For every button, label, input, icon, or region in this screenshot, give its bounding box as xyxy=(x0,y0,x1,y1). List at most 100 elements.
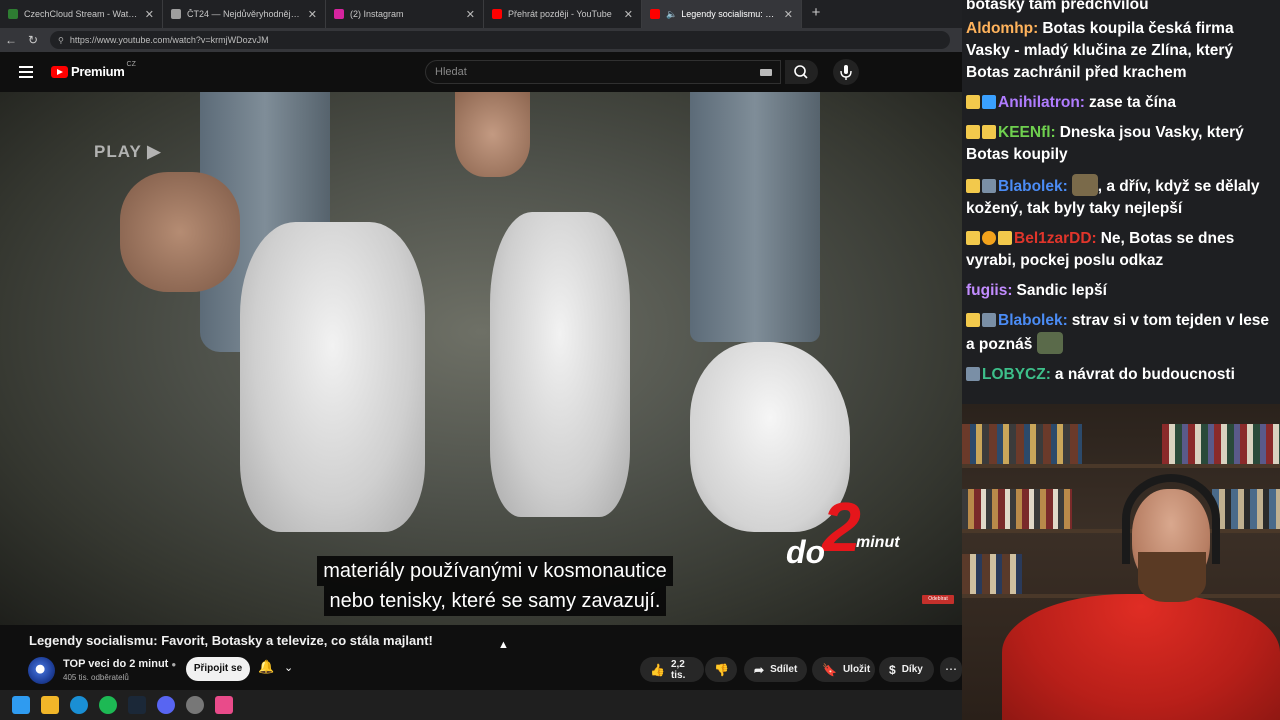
youtube-icon xyxy=(492,9,502,19)
app-icon[interactable] xyxy=(186,696,204,714)
chat-message: Anihilatron: zase ta čína xyxy=(966,92,1272,114)
chat-message: LOBYCZ: a návrat do budoucnosti xyxy=(966,364,1272,386)
logo-minut: minut xyxy=(856,534,900,551)
search-placeholder: Hledat xyxy=(435,66,467,78)
channel-name-link[interactable]: TOP veci do 2 minut ● xyxy=(63,658,176,670)
badge-icon xyxy=(982,231,996,245)
channel-avatar[interactable] xyxy=(28,657,55,684)
like-button[interactable]: 👍 2,2 tis. xyxy=(640,657,704,682)
tab-instagram[interactable]: (2) Instagram ✕ xyxy=(326,0,484,28)
subscriber-count: 405 tis. odběratelů xyxy=(63,673,129,682)
chat-message: Blabolek: strav si v tom tejden v lese a … xyxy=(966,310,1272,356)
mouse-cursor-icon: ▲ xyxy=(498,639,509,651)
share-icon: ➦ xyxy=(754,662,765,677)
steam-icon[interactable] xyxy=(128,696,146,714)
chat-username[interactable]: Anihilatron: xyxy=(998,94,1085,111)
chat-username[interactable]: fugiis: xyxy=(966,282,1013,299)
tab-label: Přehrát později - YouTube xyxy=(508,9,612,19)
channel-name-text: TOP veci do 2 minut xyxy=(63,658,169,670)
books xyxy=(1212,489,1280,529)
screen: CzechCloud Stream - Watch Live o ✕ ČT24 … xyxy=(0,0,1280,720)
reload-icon[interactable]: ↻ xyxy=(22,33,44,47)
tab-label: ČT24 — Nejdůvěryhodnější zprav xyxy=(187,9,302,19)
emote-icon xyxy=(1071,174,1098,196)
windows-start-icon[interactable] xyxy=(12,696,30,714)
like-count: 2,2 tis. xyxy=(670,658,686,681)
favicon-icon xyxy=(8,9,18,19)
tab-watch-later[interactable]: Přehrát později - YouTube ✕ xyxy=(484,0,642,28)
thanks-icon: $ xyxy=(889,662,896,677)
bell-icon[interactable]: 🔔 xyxy=(258,659,274,675)
youtube-logo[interactable]: Premium CZ xyxy=(51,61,136,79)
chat-text: Sandic lepší xyxy=(1016,282,1107,299)
tab-bar: CzechCloud Stream - Watch Live o ✕ ČT24 … xyxy=(0,0,962,28)
badge-icon xyxy=(998,231,1012,245)
share-label: Sdílet xyxy=(770,664,798,675)
chat-username[interactable]: Aldomhp: xyxy=(966,20,1038,37)
chat-username[interactable]: Blabolek: xyxy=(998,178,1068,195)
chat-username[interactable]: Blabolek: xyxy=(998,312,1068,329)
close-icon[interactable]: ✕ xyxy=(145,8,154,21)
chat-message: KEENfl: Dneska jsou Vasky, který Botas ko… xyxy=(966,122,1272,166)
tab-ct24[interactable]: ČT24 — Nejdůvěryhodnější zprav ✕ xyxy=(163,0,326,28)
thanks-label: Díky xyxy=(901,664,923,675)
more-actions-icon[interactable]: ⋯ xyxy=(940,657,962,682)
badge-icon xyxy=(966,367,980,381)
tab-label: CzechCloud Stream - Watch Live o xyxy=(24,9,139,19)
discord-icon[interactable] xyxy=(157,696,175,714)
chat-message: Blabolek:, a dřív, když se dělaly kožený… xyxy=(966,174,1272,220)
hamburger-menu-icon[interactable] xyxy=(19,66,33,78)
file-explorer-icon[interactable] xyxy=(41,696,59,714)
speaker-icon[interactable]: 🔈 xyxy=(666,9,677,20)
close-icon[interactable]: ✕ xyxy=(308,8,317,21)
voice-search-button[interactable] xyxy=(833,59,859,85)
chat-username[interactable]: KEENfl: xyxy=(998,124,1056,141)
crown-badge-icon xyxy=(966,179,980,193)
spotify-icon[interactable] xyxy=(99,696,117,714)
headphones-icon xyxy=(1122,474,1220,564)
region-code: CZ xyxy=(126,61,136,68)
chat-message: fugiis: Sandic lepší xyxy=(966,280,1272,302)
close-icon[interactable]: ✕ xyxy=(466,8,475,21)
close-icon[interactable]: ✕ xyxy=(784,8,793,21)
tab-current-video[interactable]: 🔈 Legendy socialismu: Favorit, B ✕ xyxy=(642,0,802,28)
video-player[interactable]: PLAY ▶ 2 do minut Odebírat materiály pou… xyxy=(0,92,962,625)
save-button[interactable]: 🔖 Uložit xyxy=(812,657,875,682)
video-title: Legendy socialismu: Favorit, Botasky a t… xyxy=(29,633,433,648)
crown-badge-icon xyxy=(966,231,980,245)
join-button[interactable]: Připojit se xyxy=(186,657,250,681)
address-bar-row: ← ↻ ⚲ https://www.youtube.com/watch?v=kr… xyxy=(0,28,962,52)
play-watermark: PLAY ▶ xyxy=(94,142,162,161)
badge-icon xyxy=(966,95,980,109)
app-icon[interactable] xyxy=(215,696,233,714)
share-button[interactable]: ➦ Sdílet xyxy=(744,657,807,682)
close-icon[interactable]: ✕ xyxy=(624,8,633,21)
books xyxy=(1162,424,1280,464)
chat-username[interactable]: Bel1zarDD: xyxy=(1014,230,1097,247)
back-icon[interactable]: ← xyxy=(0,33,22,47)
youtube-play-icon xyxy=(51,65,68,78)
microphone-icon xyxy=(840,65,852,80)
thanks-button[interactable]: $ Díky xyxy=(879,657,934,682)
search-button[interactable] xyxy=(785,60,818,84)
captions: materiály používanými v kosmonautice neb… xyxy=(0,556,962,616)
logo-text: Premium xyxy=(71,64,125,79)
dislike-button[interactable]: 👎 xyxy=(705,657,737,682)
instagram-icon xyxy=(334,9,344,19)
url-field[interactable]: ⚲ https://www.youtube.com/watch?v=krmjWD… xyxy=(50,31,950,49)
search-input[interactable]: Hledat xyxy=(425,60,781,84)
tab-czechcloud[interactable]: CzechCloud Stream - Watch Live o ✕ xyxy=(0,0,163,28)
chat-username[interactable]: LOBYCZ: xyxy=(982,366,1051,383)
keyboard-icon[interactable] xyxy=(760,69,772,76)
site-info-icon[interactable]: ⚲ xyxy=(58,36,64,45)
chat-message: Bel1zarDD: Ne, Botas se dnes vyrabi, pock… xyxy=(966,228,1272,272)
new-tab-button[interactable]: + xyxy=(802,0,830,28)
caption-line: materiály používanými v kosmonautice xyxy=(317,556,673,586)
bookshelf xyxy=(962,529,1280,533)
chevron-down-icon[interactable]: ⌄ xyxy=(284,661,293,674)
youtube-icon xyxy=(650,9,660,19)
badge-icon xyxy=(982,179,996,193)
edge-icon[interactable] xyxy=(70,696,88,714)
scene-shoe xyxy=(240,222,425,532)
chat-message: botasky tam předchvilou xyxy=(966,0,1272,16)
